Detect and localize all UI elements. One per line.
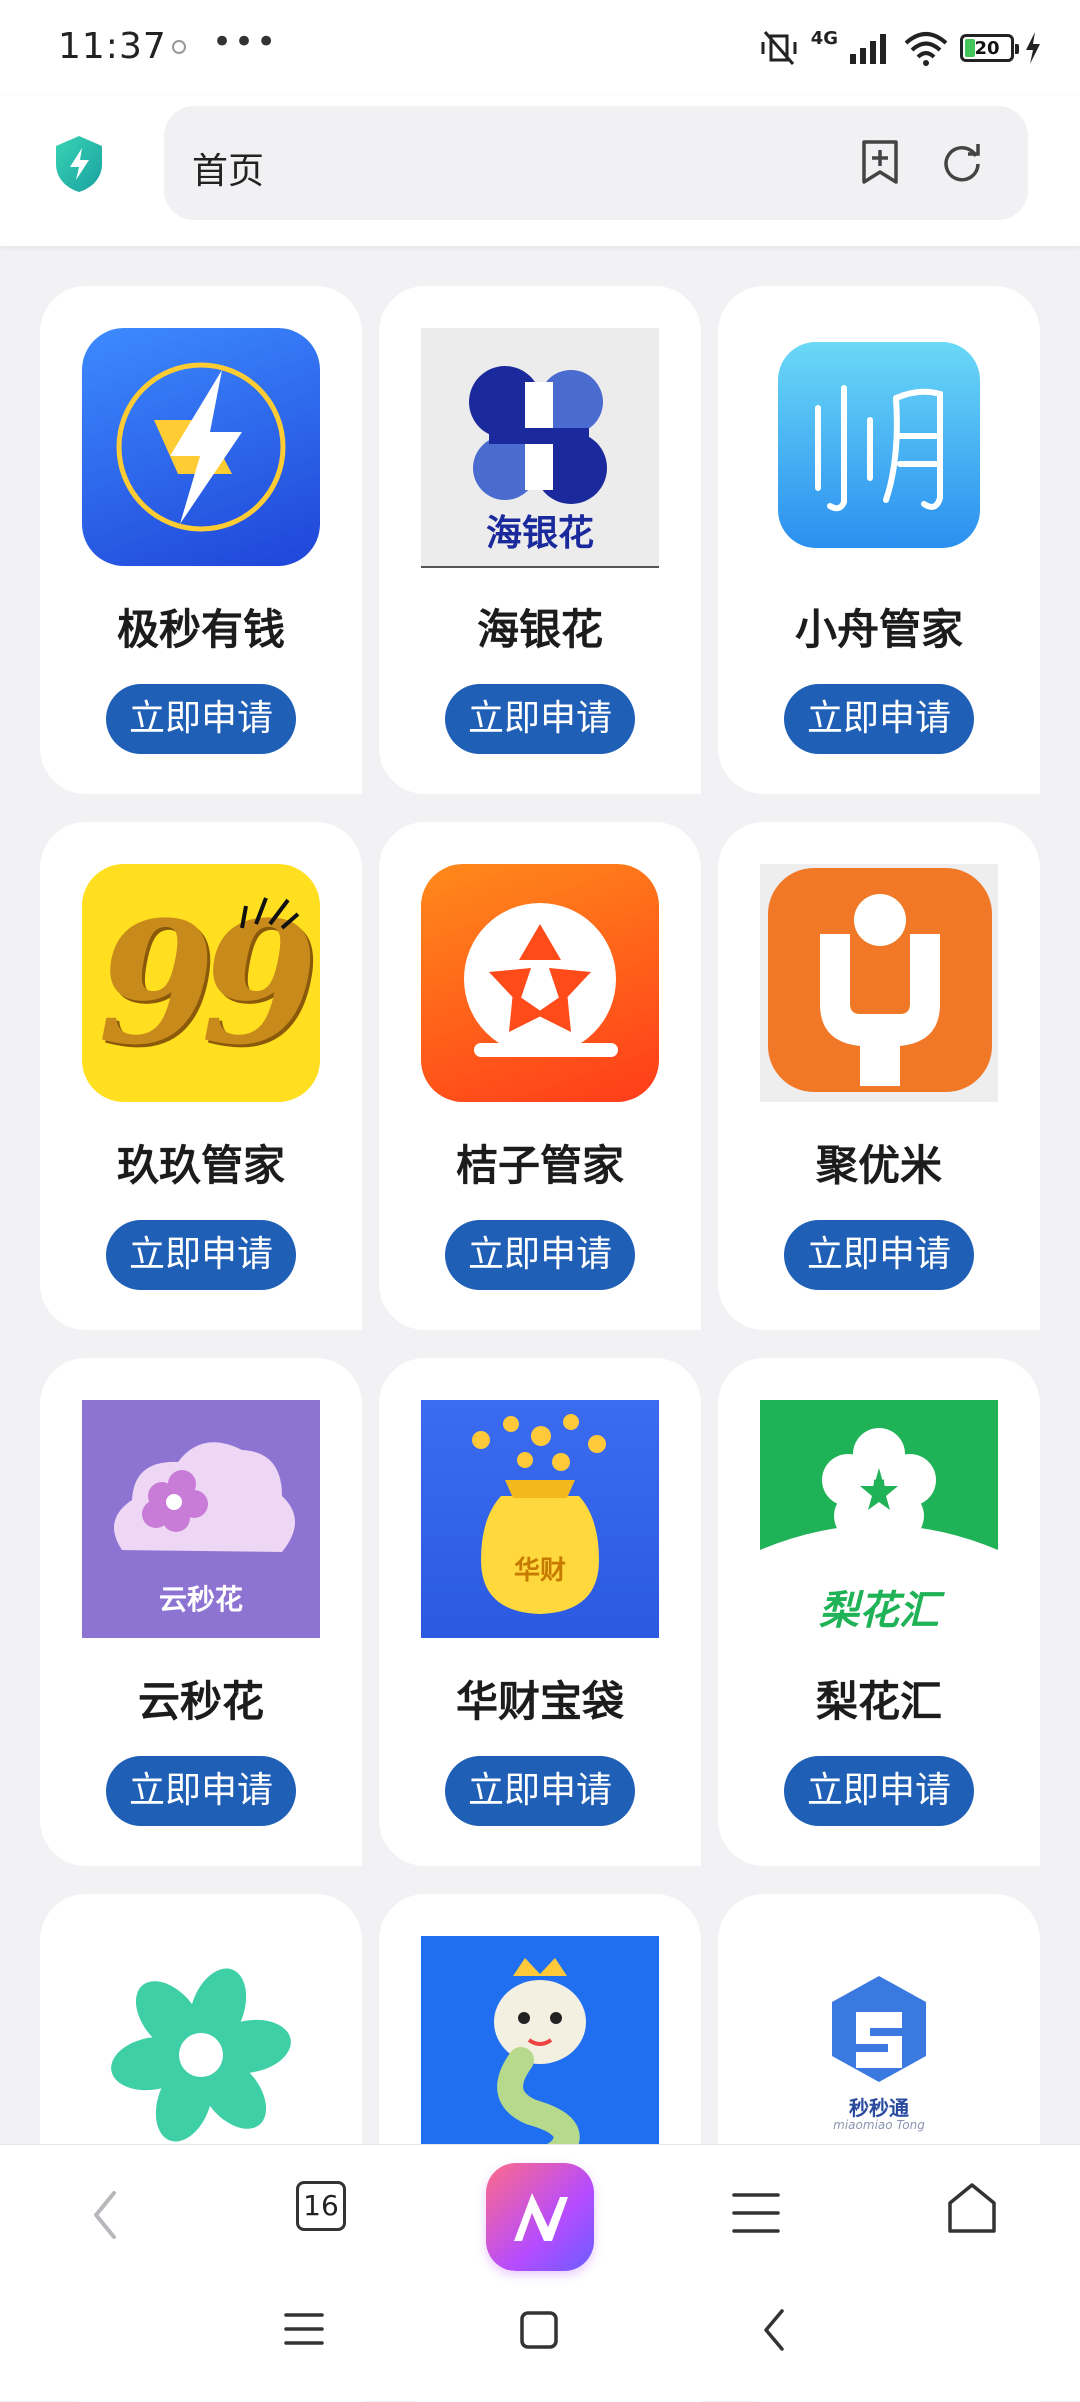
miaomiaotong-logo-text: 秒秒通 xyxy=(849,2096,909,2120)
money-bag-logo-text: 华财 xyxy=(513,1556,566,1586)
snake-logo[interactable] xyxy=(421,1936,659,2174)
apply-button[interactable]: 立即申请 xyxy=(106,684,296,754)
cloud-flower-logo-text: 云秒花 xyxy=(158,1583,243,1616)
chevron-left-icon[interactable] xyxy=(86,2185,126,2245)
pear-flower-logo[interactable]: 梨花汇 xyxy=(760,1400,998,1638)
apply-button[interactable]: 立即申请 xyxy=(445,1220,635,1290)
app-card[interactable]: 桔子管家 立即申请 xyxy=(379,822,701,1330)
wifi-icon xyxy=(904,32,948,66)
app-card[interactable]: 海银花 海银花 立即申请 xyxy=(379,286,701,794)
app-card[interactable]: 华财 华财宝袋 立即申请 xyxy=(379,1358,701,1866)
status-icons: 4G 20 xyxy=(757,28,1042,68)
app-name: 极秒有钱 xyxy=(116,605,285,654)
battery-icon: 20 xyxy=(960,34,1019,62)
app-card[interactable]: 极秒有钱 立即申请 xyxy=(40,286,362,794)
pear-flower-logo-text: 梨花汇 xyxy=(819,1588,939,1634)
more-notifications-icon: ••• xyxy=(212,22,279,62)
system-home-icon[interactable] xyxy=(518,2309,560,2351)
notification-icon xyxy=(172,40,186,54)
juyoumi-logo[interactable] xyxy=(760,864,998,1102)
shield-bolt-icon[interactable] xyxy=(52,134,106,194)
bottom-navigation: 16 xyxy=(0,2144,1080,2401)
menu-icon[interactable] xyxy=(730,2189,782,2237)
ai-assistant-button[interactable] xyxy=(486,2163,594,2271)
haiyinhua-logo-text: 海银花 xyxy=(485,513,594,554)
home-icon[interactable] xyxy=(944,2179,1000,2237)
app-name: 海银花 xyxy=(476,605,603,654)
app-name: 华财宝袋 xyxy=(455,1677,624,1726)
apply-button[interactable]: 立即申请 xyxy=(445,1756,635,1826)
lightning-icon[interactable] xyxy=(82,328,320,566)
app-name: 聚优米 xyxy=(815,1141,942,1190)
system-back-icon[interactable] xyxy=(756,2305,792,2355)
miaomiaotong-logo[interactable]: 秒秒通 miaomiao Tong xyxy=(760,1936,998,2174)
apply-button[interactable]: 立即申请 xyxy=(106,1756,296,1826)
apply-button[interactable]: 立即申请 xyxy=(106,1220,296,1290)
app-name: 小舟管家 xyxy=(794,605,963,654)
system-menu-icon[interactable] xyxy=(282,2309,326,2349)
battery-level: 20 xyxy=(974,37,1000,59)
app-name: 梨花汇 xyxy=(815,1677,942,1726)
add-bookmark-icon[interactable] xyxy=(854,136,906,188)
tabs-button[interactable]: 16 xyxy=(296,2181,346,2231)
app-name: 桔子管家 xyxy=(455,1141,624,1190)
app-card[interactable]: 云秒花 云秒花 立即申请 xyxy=(40,1358,362,1866)
mute-vibrate-icon xyxy=(761,31,797,65)
apply-button[interactable]: 立即申请 xyxy=(784,684,974,754)
money-bag-logo[interactable]: 华财 xyxy=(421,1400,659,1638)
miaomiaotong-logo-subtext: miaomiao Tong xyxy=(833,2118,925,2132)
app-name: 玖玖管家 xyxy=(116,1141,285,1190)
network-type: 4G xyxy=(810,27,838,49)
status-bar: 11:37 ••• 4G 20 xyxy=(0,0,1080,96)
signal-icon xyxy=(850,34,886,64)
address-text[interactable]: 首页 xyxy=(192,142,264,194)
charging-icon xyxy=(1026,32,1040,64)
app-name: 云秒花 xyxy=(137,1677,264,1726)
app-card[interactable]: 聚优米 立即申请 xyxy=(718,822,1040,1330)
haiyinhua-logo[interactable]: 海银花 xyxy=(421,328,659,568)
status-time: 11:37 xyxy=(58,26,167,67)
green-swirl-logo[interactable] xyxy=(82,1936,320,2174)
app-card[interactable]: 梨花汇 梨花汇 立即申请 xyxy=(718,1358,1040,1866)
apply-button[interactable]: 立即申请 xyxy=(784,1756,974,1826)
xiaozhou-logo[interactable] xyxy=(760,328,998,566)
film-reel-logo[interactable] xyxy=(421,864,659,1102)
app-card[interactable]: 99 玖玖管家 立即申请 xyxy=(40,822,362,1330)
apply-button[interactable]: 立即申请 xyxy=(445,684,635,754)
app-card[interactable]: 小舟管家 立即申请 xyxy=(718,286,1040,794)
refresh-icon[interactable] xyxy=(936,136,988,188)
browser-toolbar: 首页 xyxy=(0,96,1080,246)
cloud-flower-logo[interactable]: 云秒花 xyxy=(82,1400,320,1638)
apply-button[interactable]: 立即申请 xyxy=(784,1220,974,1290)
ai-logo-icon xyxy=(514,2193,568,2241)
address-bar[interactable]: 首页 xyxy=(164,106,1028,220)
ninety-nine-logo[interactable]: 99 xyxy=(82,864,320,1102)
